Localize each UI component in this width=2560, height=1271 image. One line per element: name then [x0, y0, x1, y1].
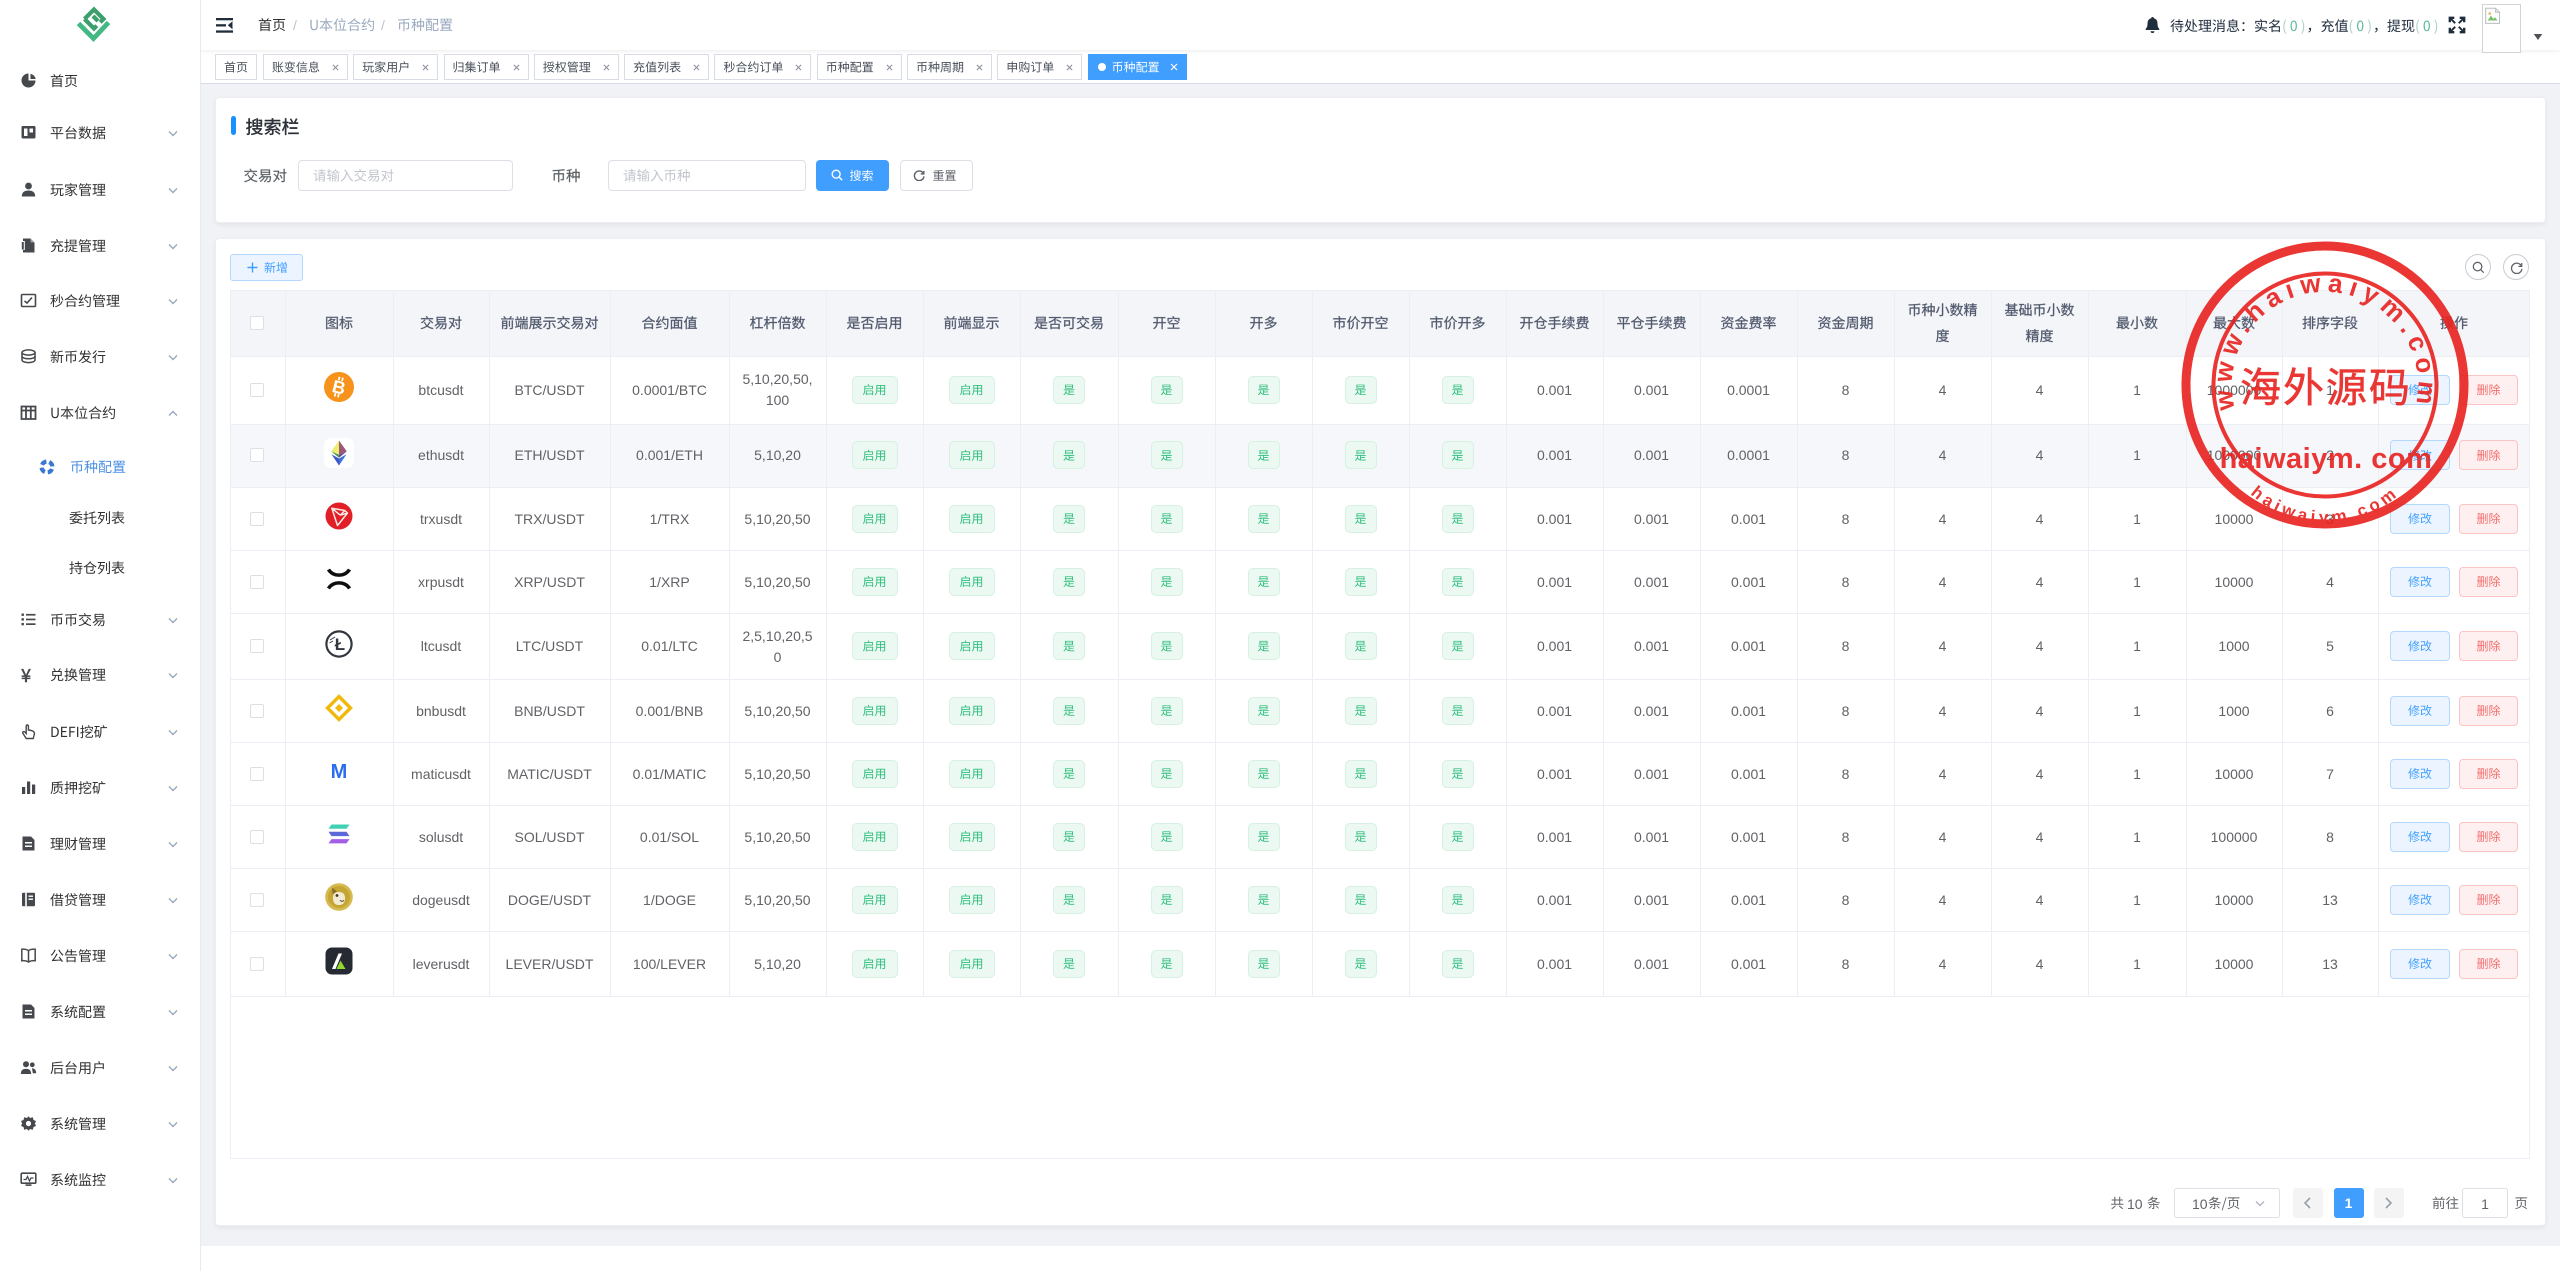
svg-text:Ł: Ł — [335, 635, 345, 654]
svg-text:M: M — [331, 761, 348, 783]
